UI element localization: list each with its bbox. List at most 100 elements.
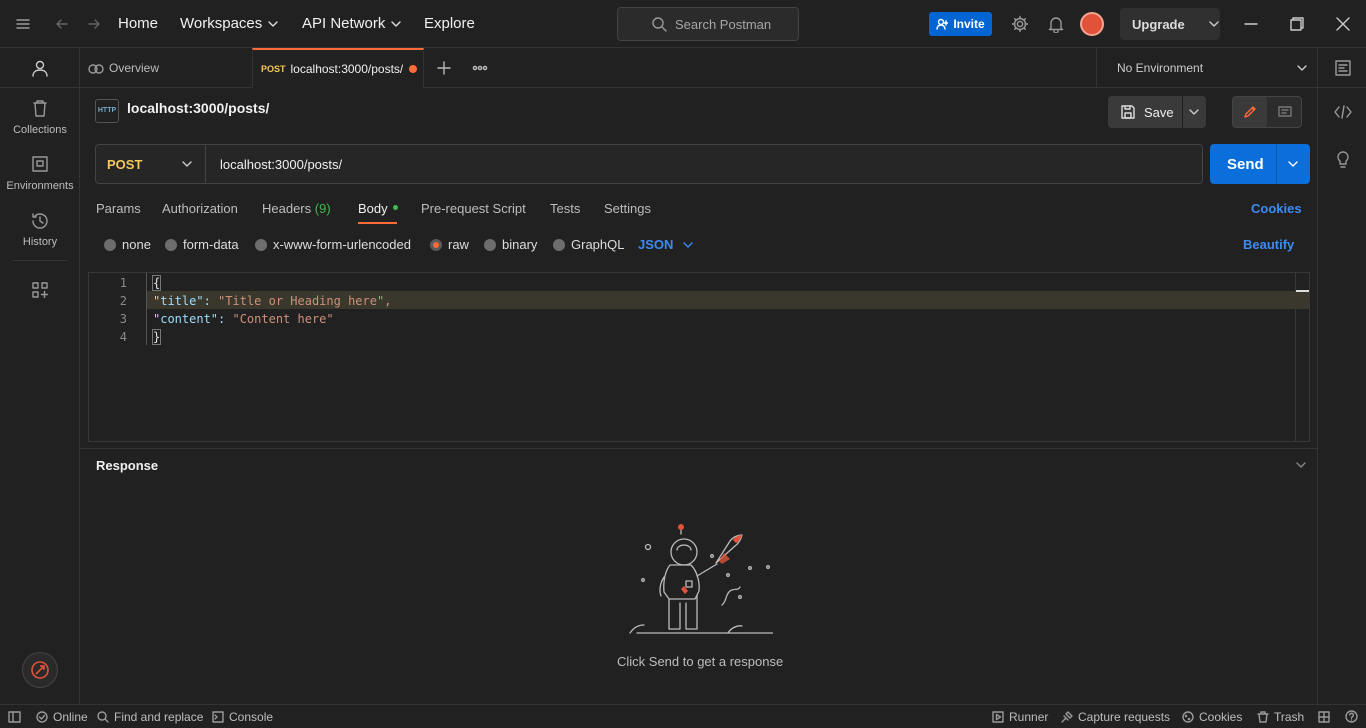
sidebar-item-collections[interactable]: Collections bbox=[0, 100, 80, 136]
search-bar[interactable]: Search Postman bbox=[617, 7, 799, 41]
runner-button[interactable]: Runner bbox=[992, 710, 1048, 724]
tab-authorization[interactable]: Authorization bbox=[162, 201, 238, 216]
chevron-down-icon bbox=[1288, 161, 1298, 167]
nav-api-network[interactable]: API Network bbox=[302, 15, 402, 32]
nav-workspaces-label: Workspaces bbox=[180, 15, 263, 32]
sidebar-item-environments[interactable]: Environments bbox=[0, 156, 80, 192]
nav-home[interactable]: Home bbox=[118, 15, 158, 32]
save-icon bbox=[1121, 105, 1135, 119]
menu-icon[interactable] bbox=[16, 17, 30, 31]
method-label: POST bbox=[107, 156, 143, 172]
request-title[interactable]: localhost:3000/posts/ bbox=[127, 100, 269, 116]
upgrade-button[interactable]: Upgrade bbox=[1120, 8, 1220, 40]
response-panel: Response Click Send to get a response bbox=[80, 448, 1317, 704]
environment-selector[interactable]: No Environment bbox=[1096, 48, 1317, 88]
configure-workbench-icon[interactable] bbox=[32, 282, 48, 298]
beautify-button[interactable]: Beautify bbox=[1243, 237, 1294, 252]
capture-requests-button[interactable]: Capture requests bbox=[1061, 710, 1170, 724]
avatar[interactable] bbox=[1080, 12, 1104, 36]
tab-headers[interactable]: Headers (9) bbox=[262, 201, 331, 216]
send-label: Send bbox=[1227, 156, 1264, 173]
response-title[interactable]: Response bbox=[96, 458, 158, 473]
radio-graphql-label: GraphQL bbox=[571, 237, 625, 252]
minimize-icon[interactable] bbox=[1244, 17, 1258, 31]
radio-binary-label: binary bbox=[502, 237, 538, 252]
code-line-4: } bbox=[151, 329, 162, 345]
layout-grid-icon[interactable] bbox=[1318, 711, 1330, 723]
tab-pre-request-script[interactable]: Pre-request Script bbox=[421, 201, 526, 216]
headers-count-badge: (9) bbox=[314, 201, 331, 216]
sidebar-item-label: History bbox=[22, 236, 58, 248]
comments-icon[interactable] bbox=[1269, 97, 1301, 127]
sidebar-item-history[interactable]: History bbox=[0, 212, 80, 248]
editor-scrollbar[interactable] bbox=[1295, 273, 1309, 441]
format-select[interactable]: JSON bbox=[638, 237, 694, 252]
save-button[interactable]: Save bbox=[1108, 96, 1206, 128]
toggle-sidebar-icon[interactable] bbox=[8, 711, 21, 723]
chevron-down-icon bbox=[182, 161, 193, 167]
notifications-bell-icon[interactable] bbox=[1047, 15, 1065, 33]
capture-label: Capture requests bbox=[1078, 710, 1171, 724]
trash-icon bbox=[1257, 711, 1269, 723]
url-input[interactable]: localhost:3000/posts/ bbox=[220, 157, 342, 172]
lightbulb-icon[interactable] bbox=[1335, 151, 1351, 169]
code-line-3: "content": "Content here" bbox=[153, 312, 334, 326]
postman-logo-icon[interactable] bbox=[22, 652, 58, 688]
tab-tests[interactable]: Tests bbox=[550, 201, 580, 216]
tab-overview-label: Overview bbox=[109, 61, 160, 75]
send-button[interactable]: Send bbox=[1210, 144, 1310, 184]
tab-body[interactable]: Body bbox=[358, 201, 399, 216]
more-tabs-icon[interactable] bbox=[472, 63, 488, 73]
upgrade-label: Upgrade bbox=[1132, 16, 1185, 32]
radio-circle bbox=[553, 239, 565, 251]
radio-form-data-label: form-data bbox=[183, 237, 239, 252]
trash-label: Trash bbox=[1274, 710, 1305, 724]
user-profile-icon[interactable] bbox=[31, 59, 49, 77]
radio-urlencoded[interactable]: x-www-form-urlencoded bbox=[255, 237, 411, 252]
search-placeholder: Search Postman bbox=[675, 16, 772, 32]
sidebar-item-label: Collections bbox=[13, 124, 67, 136]
sidebar-item-label: Environments bbox=[6, 180, 74, 192]
tab-params[interactable]: Params bbox=[96, 201, 141, 216]
console-label: Console bbox=[229, 710, 274, 724]
cookies-link[interactable]: Cookies bbox=[1251, 201, 1302, 216]
settings-gear-icon[interactable] bbox=[1011, 15, 1029, 33]
close-icon[interactable] bbox=[1336, 17, 1350, 31]
tab-request-label: localhost:3000/posts/ bbox=[290, 62, 403, 76]
radio-form-data[interactable]: form-data bbox=[165, 237, 239, 252]
collapse-chevron-icon[interactable] bbox=[1296, 460, 1306, 470]
cookies-button[interactable]: Cookies bbox=[1182, 710, 1242, 724]
unsaved-dot-icon bbox=[408, 65, 417, 73]
help-icon[interactable] bbox=[1345, 710, 1358, 723]
environment-quick-look-icon[interactable] bbox=[1335, 60, 1351, 76]
console-button[interactable]: Console bbox=[212, 710, 273, 724]
find-and-replace-button[interactable]: Find and replace bbox=[97, 710, 203, 724]
back-arrow-icon[interactable] bbox=[54, 16, 70, 32]
radio-graphql[interactable]: GraphQL bbox=[553, 237, 624, 252]
radio-urlencoded-label: x-www-form-urlencoded bbox=[273, 237, 411, 252]
code-editor[interactable]: 1 2 3 4 { "title": "Title or Heading her… bbox=[88, 272, 1310, 442]
radio-binary[interactable]: binary bbox=[484, 237, 537, 252]
json-value: "Content here" bbox=[225, 312, 334, 326]
invite-button[interactable]: Invite bbox=[929, 12, 992, 36]
new-tab-plus-icon[interactable] bbox=[437, 61, 451, 75]
restore-icon[interactable] bbox=[1290, 17, 1304, 31]
tabs-bar: Overview POST localhost:3000/posts/ No E… bbox=[80, 48, 1317, 88]
edit-pencil-icon[interactable] bbox=[1233, 97, 1267, 127]
check-circle-icon bbox=[36, 711, 48, 723]
tab-request-active[interactable]: POST localhost:3000/posts/ bbox=[252, 48, 424, 88]
code-snippet-icon[interactable] bbox=[1334, 104, 1352, 120]
online-status[interactable]: Online bbox=[36, 710, 88, 724]
radio-none-label: none bbox=[122, 237, 151, 252]
method-select[interactable]: POST bbox=[96, 145, 206, 183]
forward-arrow-icon[interactable] bbox=[86, 16, 102, 32]
nav-workspaces[interactable]: Workspaces bbox=[180, 15, 278, 32]
trash-button[interactable]: Trash bbox=[1257, 710, 1304, 724]
nav-explore[interactable]: Explore bbox=[424, 15, 475, 32]
radio-circle bbox=[255, 239, 267, 251]
tab-settings[interactable]: Settings bbox=[604, 201, 651, 216]
chevron-down-icon bbox=[391, 20, 402, 27]
tab-overview[interactable]: Overview bbox=[88, 48, 252, 88]
radio-raw[interactable]: raw bbox=[430, 237, 469, 252]
radio-none[interactable]: none bbox=[104, 237, 151, 252]
